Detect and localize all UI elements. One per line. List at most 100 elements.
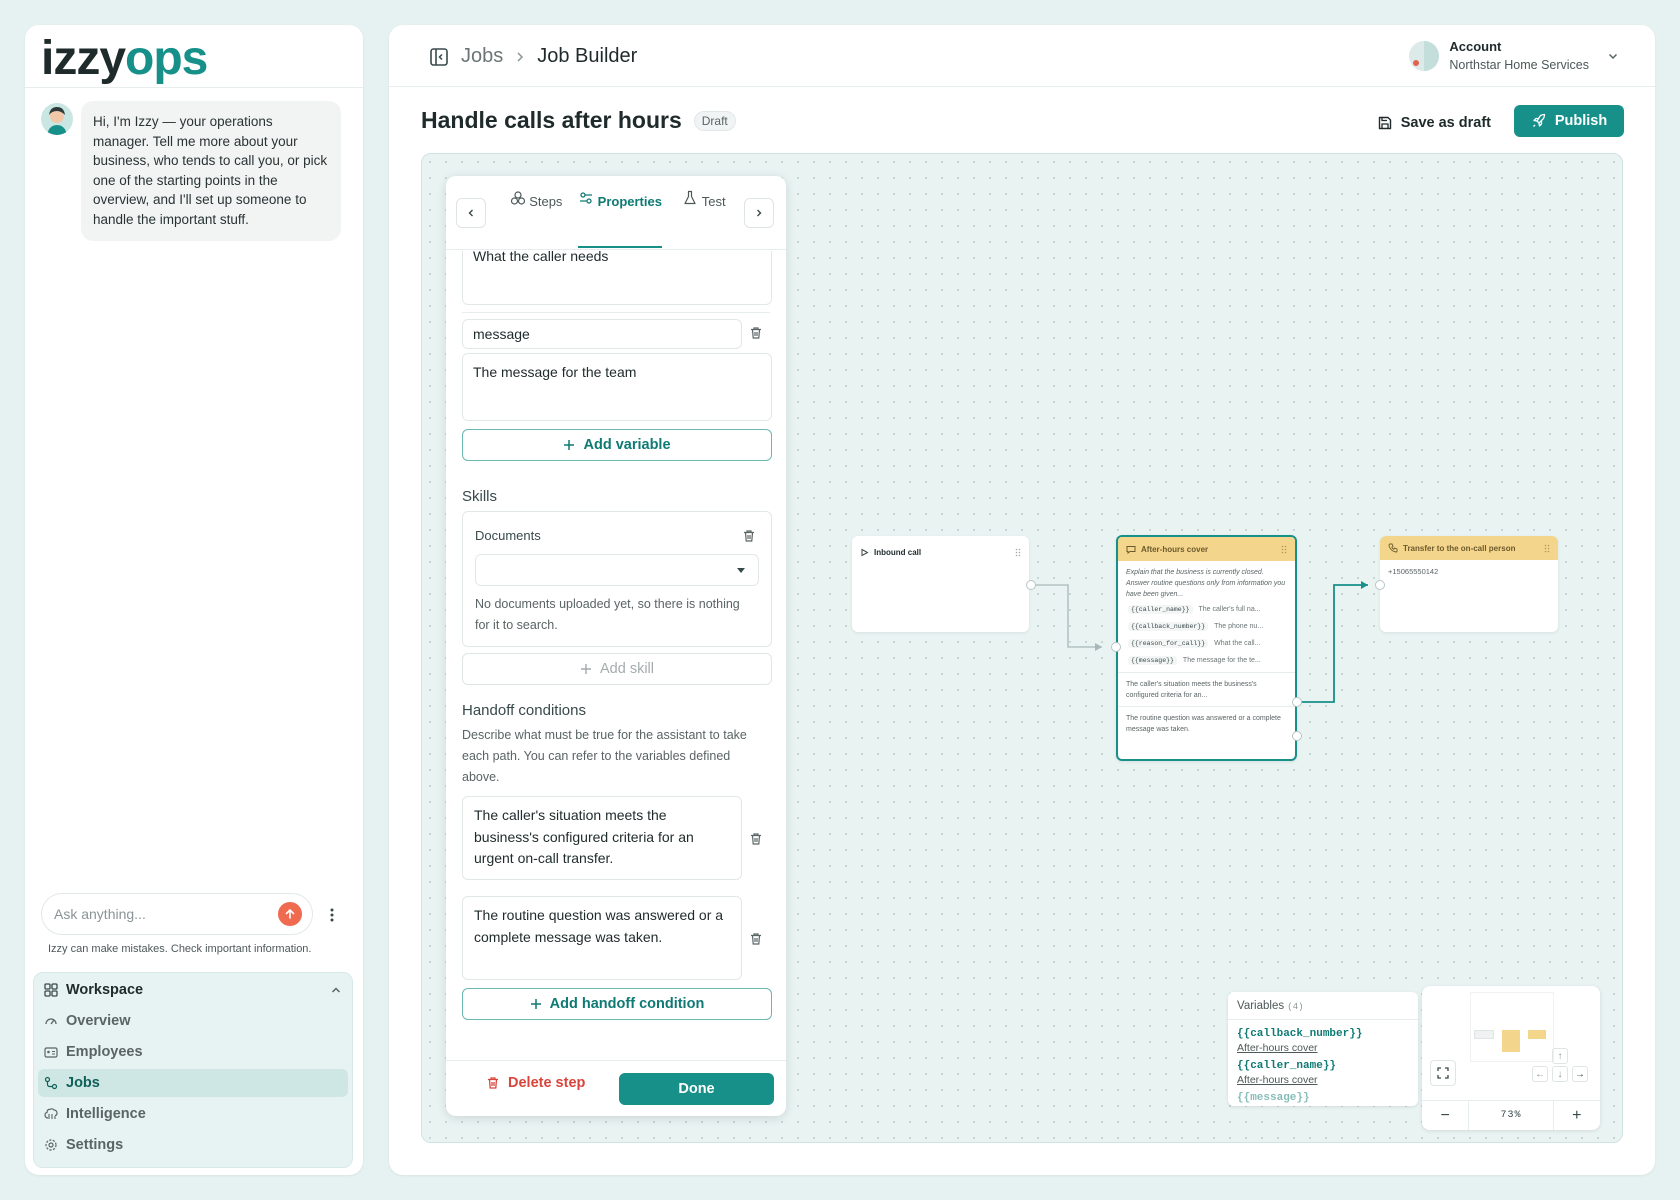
chevron-down-icon — [1607, 50, 1619, 62]
node-output-port[interactable] — [1292, 731, 1302, 741]
phone-forward-icon — [1388, 543, 1398, 553]
var-name: {{reason_for_call}} — [1128, 639, 1209, 648]
workflow-canvas[interactable]: Inbound call After-hours cover Explain t… — [421, 153, 1623, 1143]
nav-item-overview[interactable]: Overview — [38, 1007, 348, 1035]
plus-icon — [530, 998, 542, 1010]
pan-down-icon[interactable]: ↓ — [1552, 1066, 1568, 1082]
page-title[interactable]: Handle calls after hours — [421, 107, 682, 134]
properties-body: What the caller needs message The messag… — [446, 251, 786, 1060]
variable-description-field[interactable]: What the caller needs — [462, 251, 772, 305]
trash-icon[interactable] — [748, 831, 764, 847]
drag-handle-icon[interactable] — [1281, 545, 1287, 554]
sidebar-toggle-icon[interactable] — [429, 47, 449, 67]
var-name: {{callback_number}} — [1128, 622, 1209, 631]
var-desc: The phone nu... — [1214, 623, 1264, 630]
node-after-hours-cover[interactable]: After-hours cover Explain that the busin… — [1116, 535, 1297, 761]
account-label: Account — [1449, 39, 1502, 54]
save-draft-label: Save as draft — [1400, 115, 1491, 131]
divider — [25, 87, 363, 88]
skill-name: Documents — [475, 528, 541, 543]
delete-step-button[interactable]: Delete step — [486, 1075, 585, 1091]
workspace-header[interactable]: Workspace — [44, 979, 342, 1001]
tab-label: Test — [701, 194, 726, 209]
logo[interactable]: izzyops — [41, 35, 208, 83]
breadcrumb-jobs[interactable]: Jobs — [461, 45, 503, 68]
variable-source[interactable]: After-hours cover — [1228, 1040, 1418, 1060]
plus-icon — [580, 663, 592, 675]
publish-button[interactable]: Publish — [1514, 105, 1624, 137]
minimap-node — [1502, 1030, 1520, 1052]
plus-icon — [563, 439, 575, 451]
trash-icon[interactable] — [741, 528, 757, 544]
node-input-port[interactable] — [1111, 642, 1121, 652]
save-icon — [1377, 115, 1393, 131]
next-step-button[interactable] — [744, 198, 774, 228]
more-options-icon[interactable] — [325, 905, 339, 925]
pan-right-icon[interactable]: → — [1572, 1066, 1588, 1082]
handoff-condition-field[interactable]: The caller's situation meets the busines… — [462, 796, 742, 880]
nav-item-employees[interactable]: Employees — [38, 1038, 348, 1066]
node-output-port[interactable] — [1026, 580, 1036, 590]
main-panel: Jobs Job Builder Account Northstar Home … — [389, 25, 1655, 1175]
id-card-icon — [44, 1045, 58, 1059]
var-desc: The caller's full na... — [1198, 606, 1261, 613]
minimap-node — [1474, 1030, 1494, 1039]
tab-test[interactable]: Test — [662, 190, 746, 238]
document-select[interactable] — [475, 554, 759, 586]
fit-view-icon[interactable] — [1430, 1060, 1456, 1086]
done-button[interactable]: Done — [619, 1073, 774, 1105]
tab-steps[interactable]: Steps — [494, 190, 578, 238]
skills-heading: Skills — [462, 488, 498, 505]
account-avatar — [1409, 40, 1440, 71]
variables-panel: Variables (4) {{callback_number}} After-… — [1228, 992, 1418, 1106]
sliders-icon — [578, 190, 594, 206]
node-inbound-call[interactable]: Inbound call — [852, 536, 1029, 632]
skill-note: No documents uploaded yet, so there is n… — [475, 597, 740, 632]
node-variable-row: {{message}} The message for the te... — [1118, 652, 1295, 669]
node-path-1: The caller's situation meets the busines… — [1118, 672, 1295, 706]
chat-bubble-icon — [1126, 545, 1136, 554]
node-path-2: The routine question was answered or a c… — [1118, 706, 1295, 741]
variable-description-field[interactable]: The message for the team — [462, 353, 772, 421]
chat-input[interactable]: Ask anything... — [41, 893, 313, 935]
zoom-in-icon[interactable]: + — [1554, 1101, 1600, 1130]
pan-up-icon[interactable]: ↑ — [1552, 1048, 1568, 1064]
variable-name[interactable]: {{caller_name}} — [1228, 1060, 1418, 1072]
node-output-port[interactable] — [1292, 697, 1302, 707]
trash-icon — [486, 1076, 500, 1090]
assistant-message: Hi, I'm Izzy — your operations manager. … — [81, 101, 341, 241]
chevron-right-icon — [515, 51, 525, 63]
save-draft-button[interactable]: Save as draft — [1377, 107, 1491, 139]
node-input-port[interactable] — [1375, 580, 1385, 590]
trash-icon[interactable] — [748, 931, 764, 947]
add-variable-button[interactable]: Add variable — [462, 429, 772, 461]
add-handoff-condition-button[interactable]: Add handoff condition — [462, 988, 772, 1020]
variable-name[interactable]: {{message}} — [1228, 1092, 1418, 1104]
handoff-description: Describe what must be true for the assis… — [462, 728, 747, 784]
minimap: ↑ ← ↓ → − 73% + — [1422, 986, 1600, 1130]
send-icon[interactable] — [278, 902, 302, 926]
node-prompt-text: Explain that the business is currently c… — [1126, 569, 1286, 598]
drag-handle-icon[interactable] — [1015, 548, 1021, 557]
account-switcher[interactable]: Account Northstar Home Services — [1409, 39, 1619, 72]
variable-name-field[interactable]: message — [462, 319, 742, 349]
nav-item-jobs[interactable]: Jobs — [38, 1069, 348, 1097]
pan-left-icon[interactable]: ← — [1532, 1066, 1548, 1082]
nav-item-intelligence[interactable]: Intelligence — [38, 1100, 348, 1128]
tab-label: Properties — [597, 194, 662, 209]
variable-name[interactable]: {{callback_number}} — [1228, 1028, 1418, 1040]
add-skill-button[interactable]: Add skill — [462, 653, 772, 685]
variable-source[interactable]: After-hours cover — [1228, 1072, 1418, 1092]
properties-panel: Steps Properties Test What the caller ne… — [446, 176, 786, 1116]
zoom-out-icon[interactable]: − — [1422, 1101, 1468, 1130]
nav-item-settings[interactable]: Settings — [38, 1131, 348, 1159]
trash-icon[interactable] — [748, 325, 764, 341]
flask-icon — [682, 190, 698, 206]
tab-properties[interactable]: Properties — [578, 190, 662, 248]
node-transfer[interactable]: Transfer to the on-call person +15065550… — [1380, 536, 1558, 632]
handoff-condition-field[interactable]: The routine question was answered or a c… — [462, 896, 742, 980]
drag-handle-icon[interactable] — [1544, 544, 1550, 553]
chevron-up-icon[interactable] — [330, 984, 342, 996]
prev-step-button[interactable] — [456, 198, 486, 228]
properties-footer: Delete step Done — [446, 1060, 786, 1116]
